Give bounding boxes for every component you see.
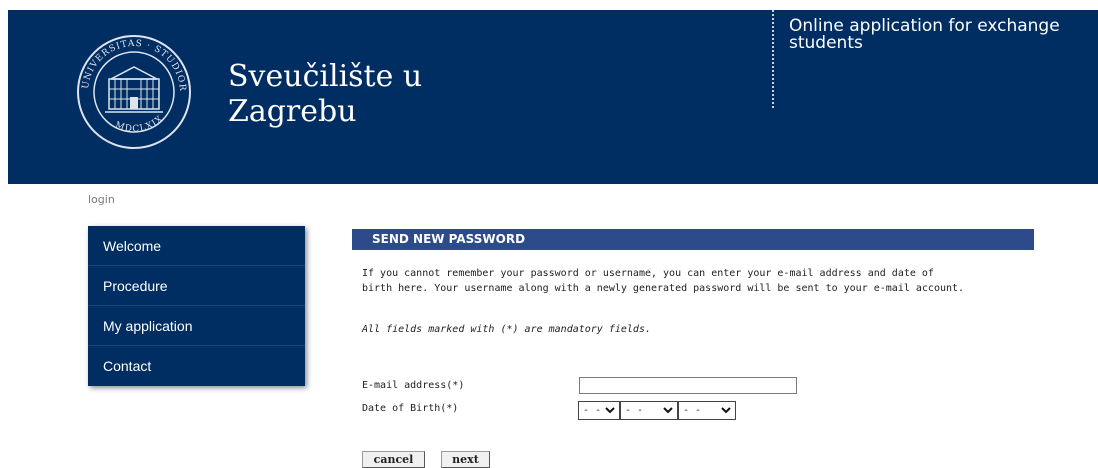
sidebar-item-welcome[interactable]: Welcome [88, 226, 305, 266]
cancel-button[interactable]: cancel [362, 451, 425, 468]
sidebar-item-my-application[interactable]: My application [88, 306, 305, 346]
university-name-line1: Sveučilište u [228, 59, 423, 94]
app-title: Online application for exchange students [789, 16, 1060, 53]
email-field[interactable] [579, 377, 797, 394]
intro-line-2: birth here. Your username along with a n… [362, 283, 965, 294]
sidebar-nav: Welcome Procedure My application Contact [88, 226, 305, 386]
university-name: Sveučilište u Zagrebu [228, 59, 488, 129]
dob-label: Date of Birth(*) [362, 403, 459, 414]
university-name-line2: Zagrebu [228, 94, 357, 129]
email-label: E-mail address(*) [362, 380, 465, 391]
header-divider [772, 10, 774, 108]
sidebar-item-procedure[interactable]: Procedure [88, 266, 305, 306]
dob-month-value: - - [625, 405, 644, 416]
breadcrumb[interactable]: login [88, 193, 115, 206]
seal-year-text: MDCLXIX [114, 114, 165, 135]
dob-year-select[interactable]: - - [678, 401, 736, 420]
intro-text: If you cannot remember your password or … [362, 266, 1002, 296]
dob-day-value: - - [583, 405, 602, 416]
svg-text:MDCLXIX: MDCLXIX [114, 114, 166, 135]
chevron-down-icon [720, 404, 732, 419]
dob-month-select[interactable]: - - [620, 401, 678, 420]
dob-day-select[interactable]: - - [578, 401, 620, 420]
sidebar-item-contact[interactable]: Contact [88, 346, 305, 386]
svg-text:UNIVERSITAS · STUDIORUM · ZAGR: UNIVERSITAS · STUDIORUM · ZAGRABIENSIS [75, 33, 187, 92]
chevron-down-icon [604, 404, 616, 419]
mandatory-note: All fields marked with (*) are mandatory… [362, 324, 651, 335]
university-seal-icon: UNIVERSITAS · STUDIORUM · ZAGRABIENSIS M… [75, 33, 191, 149]
section-title: SEND NEW PASSWORD [352, 229, 1034, 250]
intro-line-1: If you cannot remember your password or … [362, 268, 934, 279]
dob-year-value: - - [683, 405, 702, 416]
seal-top-text: UNIVERSITAS · STUDIORUM · ZAGRABIENSIS [75, 33, 186, 92]
next-button[interactable]: next [441, 451, 490, 468]
chevron-down-icon [662, 404, 674, 419]
header-banner: UNIVERSITAS · STUDIORUM · ZAGRABIENSIS M… [8, 10, 1098, 184]
